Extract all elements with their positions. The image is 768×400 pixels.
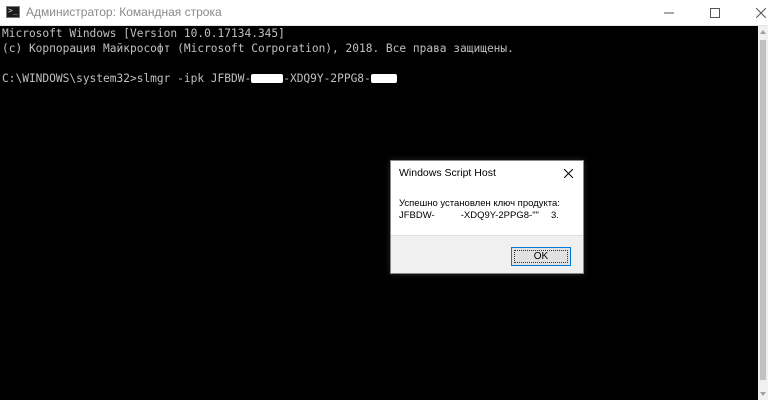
dialog-close-button[interactable]	[559, 165, 577, 181]
prompt-glyph: >_	[8, 6, 18, 15]
key-prefix: JFBDW-	[399, 210, 435, 221]
close-icon	[563, 168, 573, 178]
redacted-block	[434, 211, 461, 218]
console-command-line: C:\WINDOWS\system32>slmgr -ipk JFBDW- -XD…	[2, 71, 758, 86]
script-host-dialog: Windows Script Host Успешно установлен к…	[390, 160, 584, 274]
ok-button[interactable]: OK	[511, 247, 571, 266]
console-line-copyright: (c) Корпорация Майкрософт (Microsoft Cor…	[2, 42, 514, 55]
scroll-up-arrow-icon	[760, 30, 766, 34]
scroll-up-button[interactable]	[758, 26, 768, 38]
dialog-titlebar[interactable]: Windows Script Host	[391, 161, 583, 185]
command-prefix: C:\WINDOWS\system32>slmgr -ipk JFBDW-	[2, 72, 252, 85]
scroll-down-button[interactable]	[758, 388, 768, 400]
dialog-message: Успешно установлен ключ продукта:	[399, 198, 560, 209]
console-scrollbar[interactable]	[758, 26, 768, 400]
redacted-block	[370, 74, 397, 83]
dialog-footer: OK	[391, 235, 583, 273]
scroll-thumb[interactable]	[760, 40, 766, 380]
key-middle: -XDQ9Y-2PPG8-	[460, 210, 533, 221]
dialog-title: Windows Script Host	[399, 167, 496, 179]
command-middle: -XDQ9Y-2PPG8-	[283, 72, 371, 85]
console-line-version: Microsoft Windows [Version 10.0.17134.34…	[2, 27, 285, 40]
key-suffix: ""	[532, 210, 539, 221]
maximize-icon	[710, 7, 720, 18]
dialog-message-area: Успешно установлен ключ продукта: JFBDW-…	[391, 185, 583, 235]
maximize-button[interactable]	[692, 0, 738, 25]
dialog-product-key: JFBDW- -XDQ9Y-2PPG8-"" 3.	[399, 210, 559, 221]
window-title: Администратор: Командная строка	[26, 5, 222, 19]
close-icon	[756, 7, 766, 18]
console-app-icon[interactable]: >_	[6, 6, 20, 18]
key-end: 3.	[550, 210, 559, 221]
redacted-block	[538, 211, 551, 218]
close-button[interactable]	[738, 0, 768, 25]
redacted-block	[251, 74, 284, 83]
minimize-button[interactable]	[646, 0, 692, 25]
ok-button-label: OK	[533, 251, 549, 262]
console-output[interactable]: Microsoft Windows [Version 10.0.17134.34…	[0, 26, 758, 400]
window-titlebar[interactable]: >_ Администратор: Командная строка	[0, 0, 768, 26]
minimize-icon	[664, 12, 674, 13]
scroll-down-arrow-icon	[760, 392, 766, 396]
